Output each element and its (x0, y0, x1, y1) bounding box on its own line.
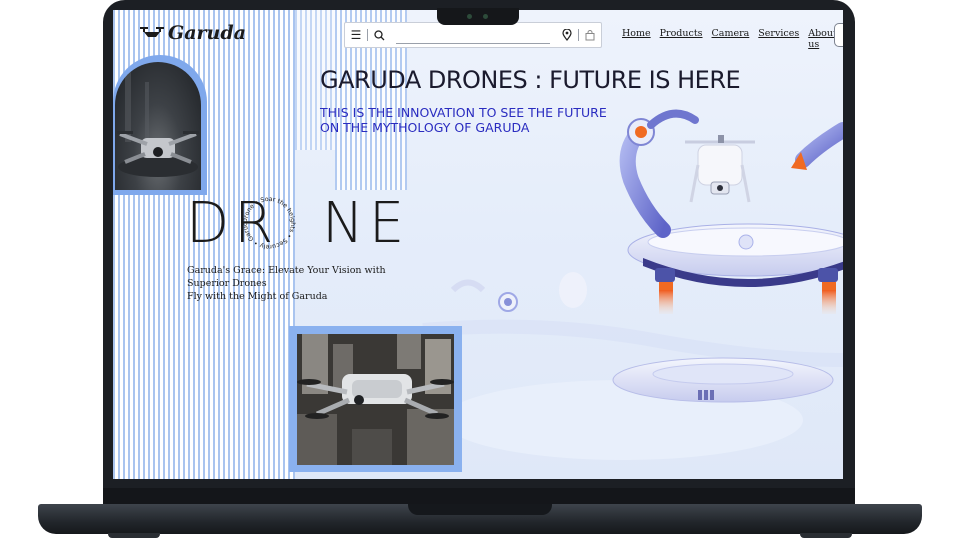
hero-subtitle: THIS IS THE INNOVATION TO SEE THE FUTURE… (320, 105, 607, 135)
camera-notch (437, 8, 519, 25)
feature-tagline: Garuda's Grace: Elevate Your Vision with… (187, 264, 386, 303)
drone-over-city-photo (297, 334, 454, 465)
main-navigation: Home Products Camera Services About us (622, 28, 843, 50)
nav-link-services[interactable]: Services (758, 28, 799, 50)
tagline-line-3: Fly with the Might of Garuda (187, 291, 328, 302)
nav-link-products[interactable]: Products (660, 28, 703, 50)
laptop-foot-left (108, 533, 160, 538)
hero-title: GARUDA DRONES : FUTURE IS HERE (320, 66, 741, 94)
laptop-lid-groove (408, 504, 552, 515)
city-drone-photo-frame (289, 326, 462, 472)
location-pin-icon[interactable] (556, 23, 578, 47)
nav-link-camera[interactable]: Camera (712, 28, 750, 50)
search-input[interactable] (396, 26, 550, 44)
search-icon[interactable] (368, 23, 390, 47)
laptop-foot-right (800, 533, 852, 538)
camera-lens (467, 14, 472, 19)
svg-text:Drone • Soar the heights • Sec: Drone • Soar the heights • Securely • Ga… (239, 193, 296, 250)
drone-headline-right: NE (322, 191, 410, 256)
laptop-chin (103, 488, 855, 504)
brand-logo[interactable]: Garuda (140, 22, 246, 44)
tagline-line-2: Superior Drones (187, 278, 267, 289)
circular-badge-text: Drone • Soar the heights • Securely • Ga… (239, 193, 296, 250)
brand-name: Garuda (168, 22, 246, 44)
drone-on-ground-photo (115, 62, 201, 190)
camera-indicator (483, 14, 488, 19)
tagline-line-1: Garuda's Grace: Elevate Your Vision with (187, 265, 386, 276)
arch-photo-frame (113, 55, 207, 195)
nav-link-home[interactable]: Home (622, 28, 651, 50)
header-action-button[interactable] (834, 23, 843, 47)
drone-logo-icon (140, 27, 164, 37)
search-bar: ☰ (344, 22, 602, 48)
menu-icon[interactable]: ☰ (345, 23, 367, 47)
website-screen: Garuda ☰ Home Products Camera Services A… (113, 10, 843, 479)
shopping-bag-icon[interactable] (579, 23, 601, 47)
circular-badge-label: Drone • Soar the heights • Securely • Ga… (239, 193, 296, 250)
